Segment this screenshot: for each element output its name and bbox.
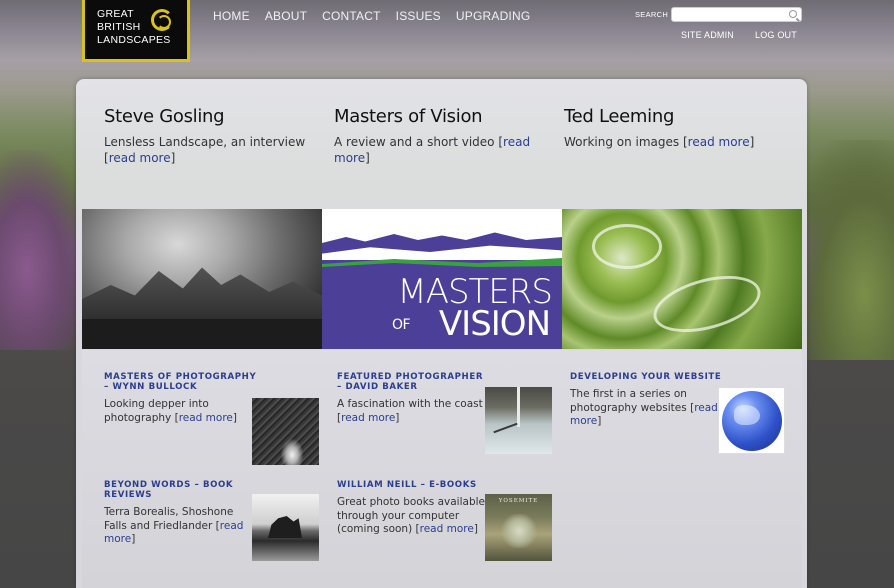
read-more-link[interactable]: read more <box>341 412 395 424</box>
feature-title[interactable]: Steve Gosling <box>104 106 314 127</box>
log-out-link[interactable]: LOG OUT <box>755 30 797 40</box>
card-text: The first in a series on photography web… <box>570 388 718 427</box>
feature-item: Steve Gosling Lensless Landscape, an int… <box>104 106 334 166</box>
card-thumbnail[interactable] <box>252 494 319 561</box>
feature-item: Masters of Vision A review and a short v… <box>334 106 564 166</box>
search-box <box>671 7 802 27</box>
feature-description: A review and a short video <box>334 135 495 149</box>
feature-title[interactable]: Masters of Vision <box>334 106 544 127</box>
main-nav: HOME ABOUT CONTACT ISSUES UPGRADING <box>213 9 530 23</box>
card-description: The first in a series on photography web… <box>570 388 687 414</box>
banner-word-vision: VISION <box>438 304 551 344</box>
logo-line-2: BRITISH <box>97 21 141 33</box>
card-text: A fascination with the coast [read more] <box>337 398 483 424</box>
card-thumbnail[interactable] <box>718 387 785 454</box>
article-card: BEYOND WORDS – BOOK REVIEWS Terra Boreal… <box>104 480 337 576</box>
card-title[interactable]: BEYOND WORDS – BOOK REVIEWS <box>104 480 257 500</box>
article-cards: MASTERS OF PHOTOGRAPHY – WYNN BULLOCK Lo… <box>104 372 804 576</box>
background-hills <box>794 140 894 360</box>
read-more-link[interactable]: read more <box>420 523 474 535</box>
article-card: MASTERS OF PHOTOGRAPHY – WYNN BULLOCK Lo… <box>104 372 337 468</box>
logo-line-3: LANDSCAPES <box>97 34 171 46</box>
read-more-link[interactable]: read more <box>179 412 233 424</box>
featured-articles: Steve Gosling Lensless Landscape, an int… <box>104 106 794 166</box>
search-label: SEARCH <box>635 10 669 19</box>
card-title[interactable]: DEVELOPING YOUR WEBSITE <box>570 372 723 382</box>
site-logo[interactable]: GREAT BRITISH LANDSCAPES <box>82 0 190 62</box>
article-card: WILLIAM NEILL – E-BOOKS Great photo book… <box>337 480 570 576</box>
globe-icon <box>722 391 782 451</box>
banner-masters-of-vision[interactable]: MASTERS OF VISION <box>322 209 562 349</box>
card-title[interactable]: WILLIAM NEILL – E-BOOKS <box>337 480 490 490</box>
nav-issues[interactable]: ISSUES <box>396 9 441 23</box>
search-input[interactable] <box>672 13 782 27</box>
read-more-link[interactable]: read more <box>109 151 171 165</box>
feature-description: Working on images <box>564 135 680 149</box>
card-text: Looking depper into photography [read mo… <box>104 398 237 424</box>
nav-contact[interactable]: CONTACT <box>322 9 381 23</box>
card-text: Terra Borealis, Shoshone Falls and Fried… <box>104 506 244 545</box>
banner-leeming-photo[interactable] <box>562 209 802 349</box>
card-thumbnail[interactable]: YOSEMITE <box>485 494 552 561</box>
card-description: A fascination with the coast <box>337 398 483 410</box>
article-card: FEATURED PHOTOGRAPHER – DAVID BAKER A fa… <box>337 372 570 468</box>
read-more-link[interactable]: read more <box>688 135 750 149</box>
spiral-icon <box>151 9 173 31</box>
feature-text: Working on images [read more] <box>564 135 755 149</box>
banner-strip: MASTERS OF VISION <box>82 209 802 349</box>
admin-links: SITE ADMIN LOG OUT <box>681 30 797 40</box>
banner-word-of: OF <box>392 317 411 333</box>
logo-line-1: GREAT <box>97 8 134 20</box>
feature-title[interactable]: Ted Leeming <box>564 106 774 127</box>
article-card: DEVELOPING YOUR WEBSITE The first in a s… <box>570 372 803 468</box>
feature-text: Lensless Landscape, an interview [read m… <box>104 135 306 165</box>
feature-description: Lensless Landscape, an interview <box>104 135 306 149</box>
card-title[interactable]: MASTERS OF PHOTOGRAPHY – WYNN BULLOCK <box>104 372 257 392</box>
card-thumbnail[interactable] <box>252 398 319 465</box>
nav-home[interactable]: HOME <box>213 9 250 23</box>
book-cover-title: YOSEMITE <box>498 498 539 504</box>
banner-gosling-photo[interactable] <box>82 209 322 349</box>
card-title[interactable]: FEATURED PHOTOGRAPHER – DAVID BAKER <box>337 372 490 392</box>
swirl-shape <box>592 224 662 269</box>
card-thumbnail[interactable] <box>485 387 552 454</box>
feature-text: A review and a short video [read more] <box>334 135 531 165</box>
swirl-shape <box>647 265 767 343</box>
mountain-peaks <box>82 267 322 327</box>
feature-item: Ted Leeming Working on images [read more… <box>564 106 794 166</box>
nav-about[interactable]: ABOUT <box>265 9 307 23</box>
card-text: Great photo books available through your… <box>337 496 485 535</box>
card-description: Terra Borealis, Shoshone Falls and Fried… <box>104 506 234 532</box>
nav-upgrading[interactable]: UPGRADING <box>456 9 530 23</box>
site-admin-link[interactable]: SITE ADMIN <box>681 30 734 40</box>
mountain-ground <box>82 319 322 349</box>
search-icon[interactable] <box>789 10 797 18</box>
